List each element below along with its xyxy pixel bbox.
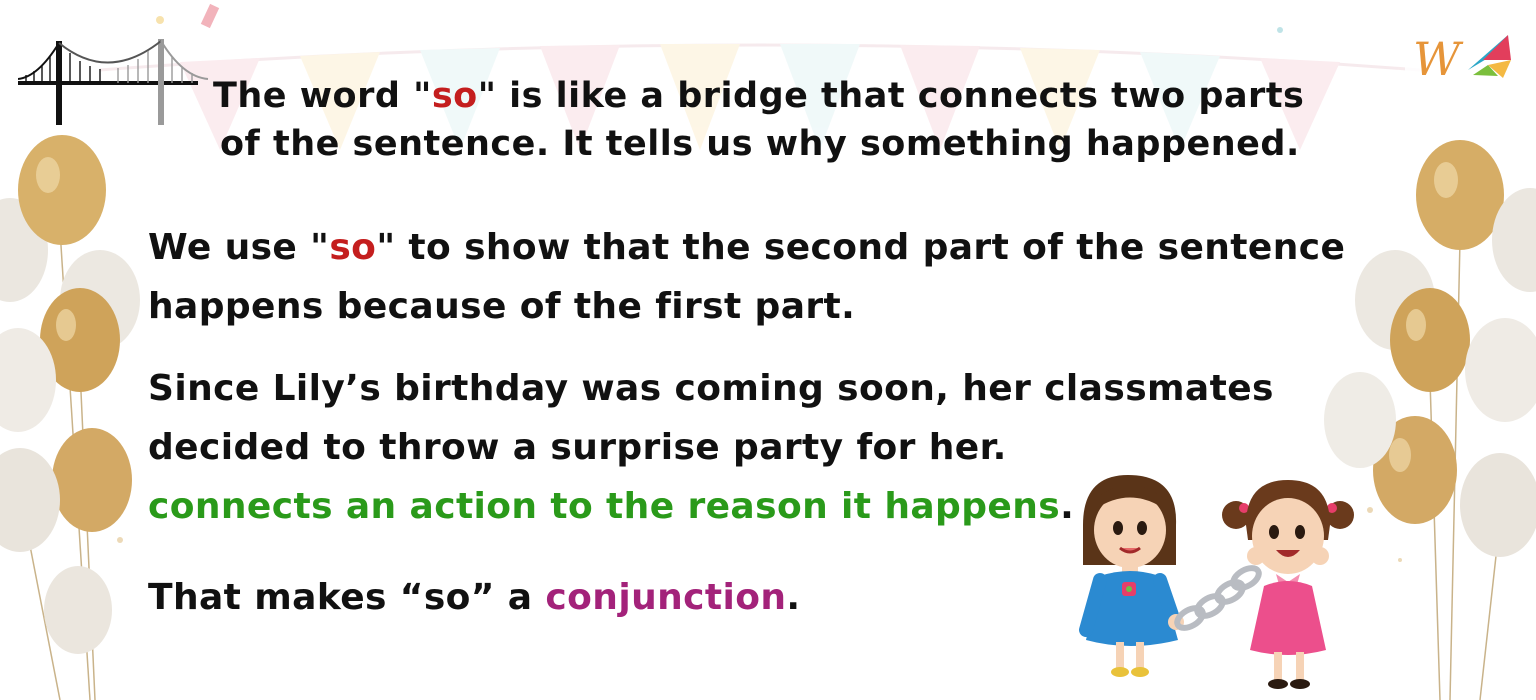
two-girls-holding-chain-illustration xyxy=(1079,475,1354,689)
bridge-icon xyxy=(18,39,209,125)
note-highlight: connects an action to the reason it happ… xyxy=(148,486,1061,527)
example-line-1: Since Lily’s birthday was coming soon, h… xyxy=(148,368,1274,409)
so-highlight: so xyxy=(329,227,377,268)
conjunction-highlight: conjunction xyxy=(545,577,787,618)
chain-icon xyxy=(1174,565,1262,631)
note-line: connects an action to the reason it happ… xyxy=(148,486,1075,527)
logo-letter: W xyxy=(1413,32,1461,86)
conclusion-line: That makes “so” a conjunction. xyxy=(148,577,801,618)
girl-left xyxy=(1079,475,1184,677)
explanation-line-2: happens because of the first part. xyxy=(148,286,856,327)
left-balloon-cluster xyxy=(0,135,140,700)
explanation-line-1: We use "so" to show that the second part… xyxy=(148,227,1346,268)
intro-line-2: of the sentence. It tells us why somethi… xyxy=(220,124,1300,164)
logo-icon xyxy=(1468,35,1511,78)
example-line-2: decided to throw a surprise party for he… xyxy=(148,427,1007,468)
logo: W xyxy=(1405,20,1515,100)
so-highlight: so xyxy=(431,76,478,116)
intro-line-1: The word "so" is like a bridge that conn… xyxy=(213,76,1305,116)
